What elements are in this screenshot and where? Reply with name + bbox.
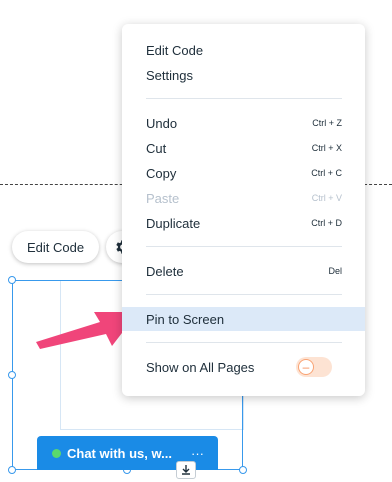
context-menu: Edit Code Settings Undo Ctrl + Z Cut Ctr… (122, 24, 365, 396)
toggle-knob: – (298, 359, 314, 375)
menu-item-shortcut: Ctrl + Z (312, 118, 342, 128)
menu-item-shortcut: Ctrl + C (311, 168, 342, 178)
menu-item-label: Edit Code (146, 42, 204, 58)
download-icon[interactable] (176, 461, 196, 479)
menu-item-shortcut: Ctrl + X (311, 143, 342, 153)
resize-handle-left[interactable] (8, 371, 16, 379)
menu-item-label: Delete (146, 263, 184, 279)
menu-item-label: Pin to Screen (146, 311, 225, 327)
resize-handle-top-left[interactable] (8, 276, 16, 284)
menu-divider (146, 342, 342, 343)
menu-item-label: Copy (146, 165, 177, 181)
menu-divider (146, 294, 342, 295)
menu-divider (146, 246, 342, 247)
show-on-all-pages-toggle[interactable]: – (296, 357, 332, 377)
edit-code-button[interactable]: Edit Code (12, 231, 99, 263)
menu-item-label: Duplicate (146, 215, 201, 231)
menu-item-shortcut: Del (328, 266, 342, 276)
menu-item-paste: Paste Ctrl + V (122, 186, 365, 210)
menu-item-cut[interactable]: Cut Ctrl + X (122, 136, 365, 160)
chat-more-icon: ··· (191, 445, 204, 461)
menu-item-copy[interactable]: Copy Ctrl + C (122, 161, 365, 185)
download-arrow-icon (182, 465, 190, 475)
menu-item-edit-code[interactable]: Edit Code (122, 38, 365, 62)
resize-handle-bottom-right[interactable] (239, 466, 247, 474)
menu-item-shortcut: Ctrl + V (311, 193, 342, 203)
menu-item-settings[interactable]: Settings (122, 63, 365, 87)
menu-item-undo[interactable]: Undo Ctrl + Z (122, 111, 365, 135)
chat-widget-label: Chat with us, w... (67, 445, 172, 461)
menu-item-shortcut: Ctrl + D (311, 218, 342, 228)
menu-item-duplicate[interactable]: Duplicate Ctrl + D (122, 211, 365, 235)
menu-item-label: Undo (146, 115, 178, 131)
menu-item-label: Paste (146, 190, 180, 206)
online-status-dot (52, 448, 61, 458)
menu-item-label: Settings (146, 67, 193, 83)
menu-item-pin-to-screen[interactable]: Pin to Screen (122, 307, 365, 331)
menu-item-delete[interactable]: Delete Del (122, 259, 365, 283)
resize-handle-bottom-left[interactable] (8, 466, 16, 474)
menu-divider (146, 98, 342, 99)
menu-item-label: Cut (146, 140, 167, 156)
